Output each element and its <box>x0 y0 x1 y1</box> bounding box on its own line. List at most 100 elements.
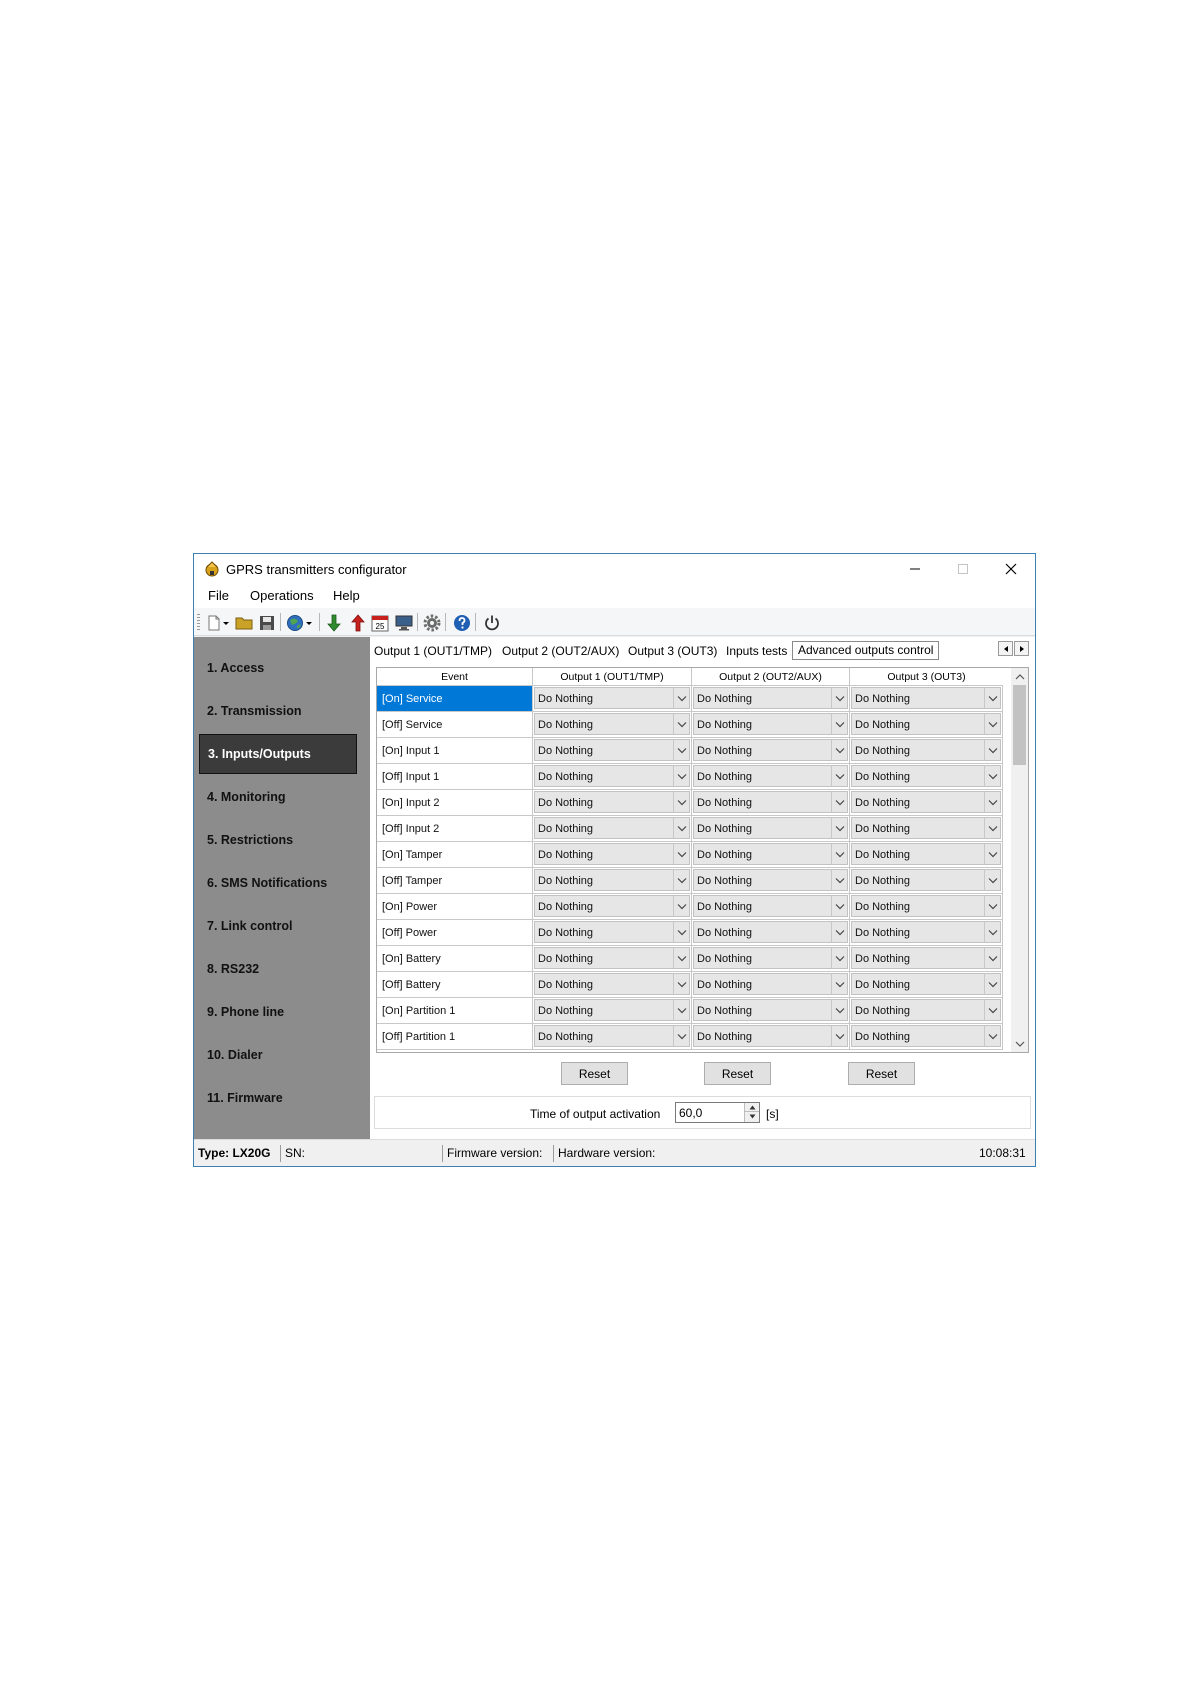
dropdown-arrow-button[interactable] <box>673 1026 689 1046</box>
menu-operations[interactable]: Operations <box>250 588 314 603</box>
output-1-action-dropdown[interactable]: Do Nothing <box>533 868 692 894</box>
dropdown-arrow-button[interactable] <box>984 922 1000 942</box>
dropdown-arrow-button[interactable] <box>831 818 847 838</box>
globe-dropdown-button[interactable] <box>304 613 314 633</box>
dropdown-arrow-button[interactable] <box>984 740 1000 760</box>
minimize-button[interactable] <box>891 554 939 584</box>
dropdown-box[interactable]: Do Nothing <box>851 765 1001 787</box>
dropdown-arrow-button[interactable] <box>984 688 1000 708</box>
event-cell[interactable]: [On] Tamper <box>377 842 533 868</box>
dropdown-box[interactable]: Do Nothing <box>534 973 690 995</box>
dropdown-box[interactable]: Do Nothing <box>851 947 1001 969</box>
dropdown-arrow-button[interactable] <box>831 948 847 968</box>
sidebar-item-rs232[interactable]: 8. RS232 <box>199 949 357 989</box>
dropdown-arrow-button[interactable] <box>673 688 689 708</box>
table-row[interactable]: [On] Power Do Nothing Do Nothing Do Nothing <box>377 894 1003 920</box>
dropdown-box[interactable]: Do Nothing <box>693 999 848 1021</box>
sidebar-item-phone-line[interactable]: 9. Phone line <box>199 992 357 1032</box>
dropdown-arrow-button[interactable] <box>984 870 1000 890</box>
output-2-action-dropdown[interactable]: Do Nothing <box>692 712 850 738</box>
output-1-action-dropdown[interactable]: Do Nothing <box>533 816 692 842</box>
dropdown-arrow-button[interactable] <box>984 974 1000 994</box>
output-1-action-dropdown[interactable]: Do Nothing <box>533 686 692 712</box>
dropdown-box[interactable]: Do Nothing <box>534 765 690 787</box>
grid-scrollbar[interactable] <box>1011 668 1028 1052</box>
event-cell[interactable]: [Off] Battery <box>377 972 533 998</box>
power-button[interactable] <box>482 613 502 633</box>
output-1-action-dropdown[interactable]: Do Nothing <box>533 920 692 946</box>
dropdown-box[interactable]: Do Nothing <box>851 687 1001 709</box>
output-2-action-dropdown[interactable]: Do Nothing <box>692 764 850 790</box>
dropdown-box[interactable]: Do Nothing <box>851 817 1001 839</box>
dropdown-arrow-button[interactable] <box>673 844 689 864</box>
event-cell[interactable]: [Off] Tamper <box>377 868 533 894</box>
dropdown-box[interactable]: Do Nothing <box>851 895 1001 917</box>
dropdown-box[interactable]: Do Nothing <box>534 895 690 917</box>
event-cell[interactable]: [Off] Power <box>377 920 533 946</box>
dropdown-box[interactable]: Do Nothing <box>851 843 1001 865</box>
dropdown-box[interactable]: Do Nothing <box>534 713 690 735</box>
dropdown-arrow-button[interactable] <box>984 844 1000 864</box>
event-cell[interactable]: [Off] Partition 1 <box>377 1024 533 1050</box>
sidebar-item-firmware[interactable]: 11. Firmware <box>199 1078 357 1118</box>
tab-scroll-right-button[interactable] <box>1014 641 1029 656</box>
menu-help[interactable]: Help <box>333 588 360 603</box>
output-1-action-dropdown[interactable]: Do Nothing <box>533 764 692 790</box>
output-2-action-dropdown[interactable]: Do Nothing <box>692 1024 850 1050</box>
sidebar-item-transmission[interactable]: 2. Transmission <box>199 691 357 731</box>
dropdown-arrow-button[interactable] <box>984 948 1000 968</box>
column-header-output-1[interactable]: Output 1 (OUT1/TMP) <box>533 668 692 686</box>
output-2-action-dropdown[interactable]: Do Nothing <box>692 790 850 816</box>
tab-inputs-tests[interactable]: Inputs tests <box>726 644 787 658</box>
dropdown-box[interactable]: Do Nothing <box>693 1025 848 1047</box>
table-row[interactable]: [Off] Service Do Nothing Do Nothing Do Noth… <box>377 712 1003 738</box>
read-settings-button[interactable] <box>324 613 344 633</box>
dropdown-arrow-button[interactable] <box>673 740 689 760</box>
dropdown-arrow-button[interactable] <box>984 714 1000 734</box>
dropdown-box[interactable]: Do Nothing <box>693 895 848 917</box>
event-cell[interactable]: [Off] Input 1 <box>377 764 533 790</box>
dropdown-arrow-button[interactable] <box>984 1026 1000 1046</box>
dropdown-arrow-button[interactable] <box>673 948 689 968</box>
output-3-action-dropdown[interactable]: Do Nothing <box>850 920 1003 946</box>
dropdown-box[interactable]: Do Nothing <box>693 791 848 813</box>
scroll-thumb[interactable] <box>1013 685 1026 765</box>
help-button[interactable] <box>452 613 472 633</box>
dropdown-box[interactable]: Do Nothing <box>534 687 690 709</box>
dropdown-box[interactable]: Do Nothing <box>851 973 1001 995</box>
dropdown-box[interactable]: Do Nothing <box>851 869 1001 891</box>
column-header-event[interactable]: Event <box>377 668 533 686</box>
dropdown-arrow-button[interactable] <box>673 974 689 994</box>
output-2-action-dropdown[interactable]: Do Nothing <box>692 868 850 894</box>
table-row[interactable]: [On] Tamper Do Nothing Do Nothing Do Nothin… <box>377 842 1003 868</box>
event-cell[interactable]: [On] Battery <box>377 946 533 972</box>
table-row[interactable]: [Off] Input 1 Do Nothing Do Nothing Do Noth… <box>377 764 1003 790</box>
output-2-action-dropdown[interactable]: Do Nothing <box>692 920 850 946</box>
event-cell[interactable]: [Off] Service <box>377 712 533 738</box>
output-2-action-dropdown[interactable]: Do Nothing <box>692 972 850 998</box>
dropdown-box[interactable]: Do Nothing <box>851 791 1001 813</box>
dropdown-box[interactable]: Do Nothing <box>851 999 1001 1021</box>
dropdown-box[interactable]: Do Nothing <box>534 739 690 761</box>
dropdown-arrow-button[interactable] <box>673 870 689 890</box>
output-2-action-dropdown[interactable]: Do Nothing <box>692 946 850 972</box>
output-2-action-dropdown[interactable]: Do Nothing <box>692 998 850 1024</box>
toolbar-grip[interactable] <box>197 614 200 630</box>
event-cell[interactable]: [On] Partition 1 <box>377 998 533 1024</box>
table-row[interactable]: [On] Battery Do Nothing Do Nothing Do Nothi… <box>377 946 1003 972</box>
table-row[interactable]: [On] Service Do Nothing Do Nothing Do Nothi… <box>377 686 1003 712</box>
output-1-action-dropdown[interactable]: Do Nothing <box>533 972 692 998</box>
tab-scroll-left-button[interactable] <box>998 641 1013 656</box>
calendar-button[interactable]: 25 <box>370 613 390 633</box>
monitor-button[interactable] <box>394 613 414 633</box>
dropdown-box[interactable]: Do Nothing <box>534 999 690 1021</box>
event-cell[interactable]: [On] Power <box>377 894 533 920</box>
table-row[interactable]: [Off] Partition 1 Do Nothing Do Nothing Do … <box>377 1024 1003 1050</box>
output-2-action-dropdown[interactable]: Do Nothing <box>692 686 850 712</box>
close-button[interactable] <box>987 554 1035 584</box>
table-row[interactable]: [Off] Battery Do Nothing Do Nothing Do Noth… <box>377 972 1003 998</box>
dropdown-arrow-button[interactable] <box>984 766 1000 786</box>
sidebar-item-restrictions[interactable]: 5. Restrictions <box>199 820 357 860</box>
tab-advanced-outputs-control[interactable]: Advanced outputs control <box>792 641 940 660</box>
reset-output-1-button[interactable]: Reset <box>561 1062 628 1085</box>
